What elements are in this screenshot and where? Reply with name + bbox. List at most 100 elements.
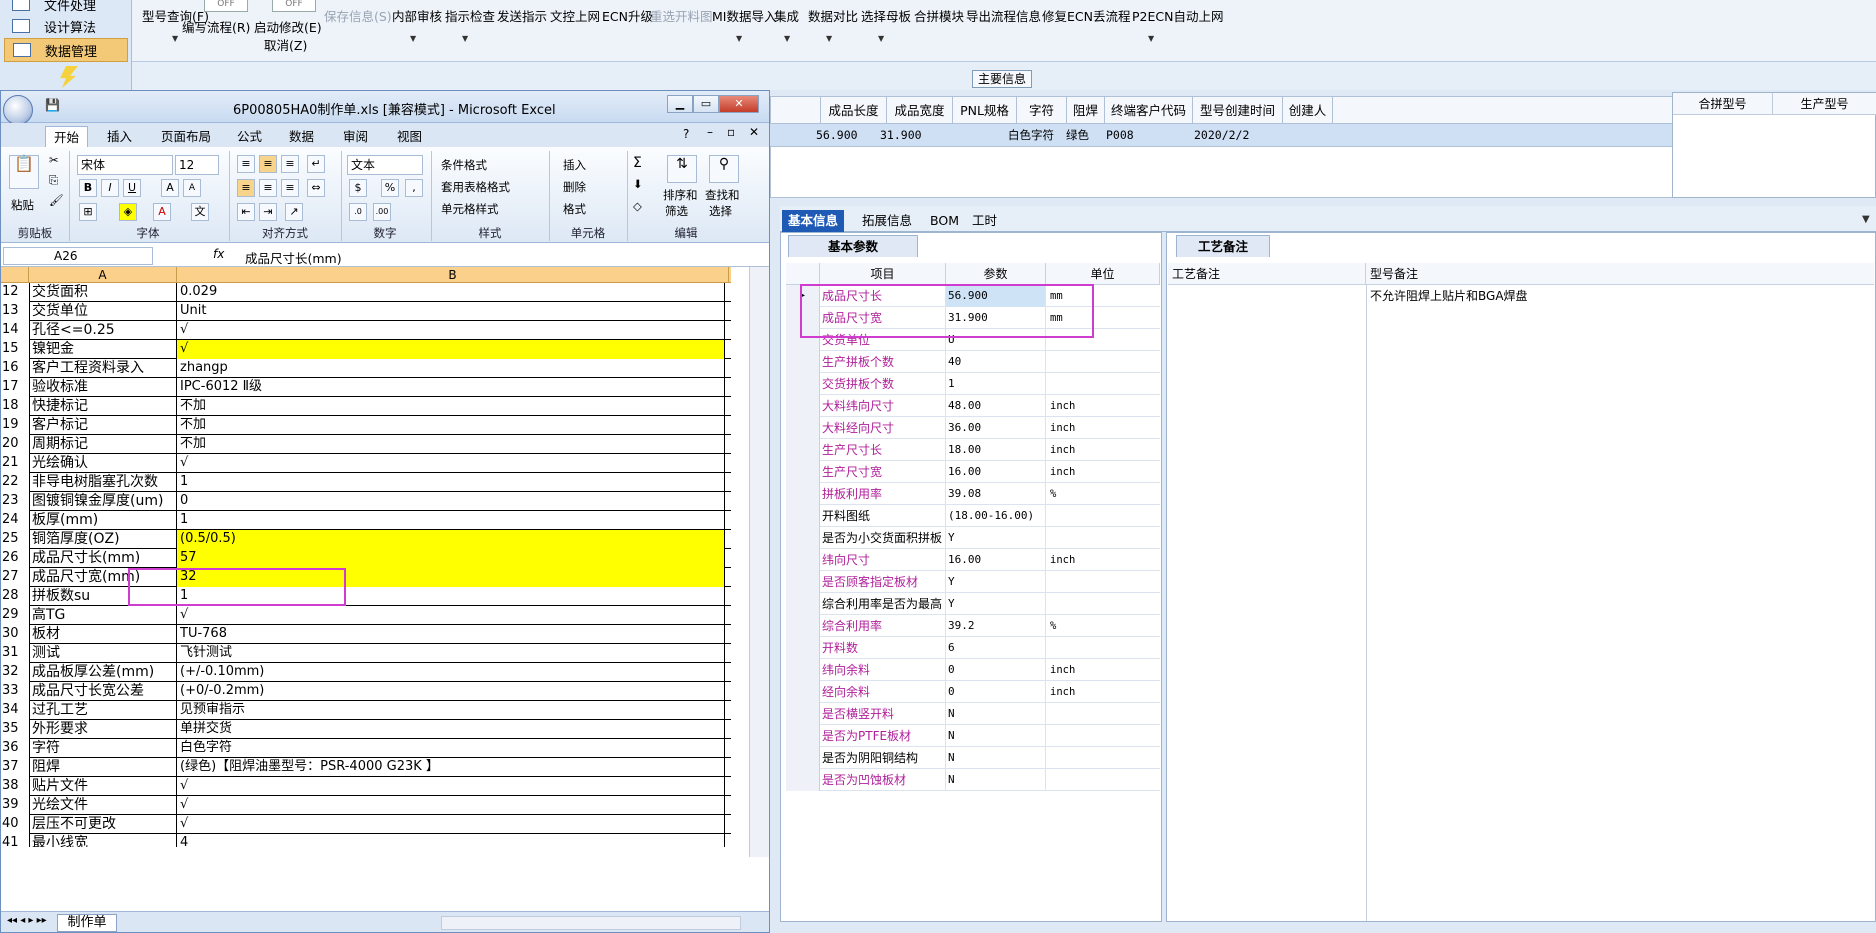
cell-a[interactable]: 成品尺寸长(mm)	[29, 549, 177, 568]
sort-filter-icon[interactable]: ⇅	[667, 155, 697, 183]
row-selector[interactable]	[786, 725, 820, 747]
cell-a[interactable]: 成品尺寸长宽公差	[29, 682, 177, 701]
vertical-scrollbar[interactable]	[749, 267, 769, 857]
cell-b[interactable]: √	[177, 815, 725, 834]
ribbon-close-icon[interactable]: ✕	[749, 125, 759, 139]
row-selector[interactable]	[786, 417, 820, 439]
cell-a[interactable]: 光绘确认	[29, 454, 177, 473]
cell-b[interactable]: Unit	[177, 302, 725, 321]
grow-font-icon[interactable]: A	[161, 179, 179, 197]
row-number[interactable]: 32	[1, 663, 29, 682]
param-row[interactable]: 经向余料 0 inch	[786, 681, 1160, 703]
align-top-icon[interactable]: ≡	[237, 155, 255, 173]
param-value[interactable]: (18.00-16.00)	[946, 505, 1046, 527]
cell-a[interactable]: 光绘文件	[29, 796, 177, 815]
format-cells-button[interactable]: 格式	[563, 201, 586, 217]
tab-extended-info[interactable]: 拓展信息	[856, 210, 918, 232]
office-button[interactable]	[3, 95, 33, 125]
cell-b[interactable]: 白色字符	[177, 739, 725, 758]
save-icon[interactable]: 💾	[45, 98, 60, 112]
write-flow-button[interactable]: 编写流程(R)	[182, 17, 250, 36]
param-row[interactable]: 交货拼板个数 1	[786, 373, 1160, 395]
param-value[interactable]: 39.08	[946, 483, 1046, 505]
paste-icon[interactable]: 📋	[9, 155, 39, 189]
cell-b[interactable]: √	[177, 454, 725, 473]
table-format-button[interactable]: 套用表格格式	[441, 179, 510, 195]
param-value[interactable]: Y	[946, 593, 1046, 615]
cell-a[interactable]: 外形要求	[29, 720, 177, 739]
grid-col-length[interactable]: 成品长度	[821, 97, 887, 125]
tab-page-layout[interactable]: 页面布局	[153, 126, 219, 147]
data-compare-button[interactable]: 数据对比	[808, 6, 858, 25]
cell-b[interactable]: (+0/-0.2mm)	[177, 682, 725, 701]
chevron-down-icon[interactable]: ▼	[462, 34, 468, 43]
chevron-down-icon[interactable]: ▼	[784, 34, 790, 43]
cell-a[interactable]: 板厚(mm)	[29, 511, 177, 530]
param-row[interactable]: 大料纬向尺寸 48.00 inch	[786, 395, 1160, 417]
row-selector[interactable]	[786, 439, 820, 461]
cell-a[interactable]: 周期标记	[29, 435, 177, 454]
increase-indent-icon[interactable]: ⇥	[259, 203, 277, 221]
param-header-unit[interactable]: 单位	[1046, 263, 1160, 285]
cut-icon[interactable]: ✂	[49, 153, 59, 167]
param-row[interactable]: 大料经向尺寸 36.00 inch	[786, 417, 1160, 439]
cell-b[interactable]: TU-768	[177, 625, 725, 644]
row-number[interactable]: 34	[1, 701, 29, 720]
orientation-icon[interactable]: ↗	[285, 203, 303, 221]
param-row[interactable]: 综合利用率 39.2%	[786, 615, 1160, 637]
row-number[interactable]: 41	[1, 834, 29, 847]
cancel-button[interactable]: 取消(Z)	[264, 35, 307, 54]
param-value[interactable]: 48.00	[946, 395, 1046, 417]
cell-b[interactable]: √	[177, 606, 725, 625]
integrate-button[interactable]: 集成	[774, 6, 799, 25]
row-number[interactable]: 33	[1, 682, 29, 701]
phonetic-icon[interactable]: 文	[191, 203, 209, 221]
row-selector[interactable]	[786, 703, 820, 725]
param-row[interactable]: 是否为PTFE板材 N	[786, 725, 1160, 747]
start-modify-button[interactable]: 启动修改(E)	[254, 17, 322, 36]
param-row[interactable]: 拼板利用率 39.08%	[786, 483, 1160, 505]
row-number[interactable]: 12	[1, 283, 29, 302]
row-selector[interactable]	[786, 351, 820, 373]
param-row[interactable]: 纬向余料 0 inch	[786, 659, 1160, 681]
param-row[interactable]: 是否为小交货面积拼板 Y	[786, 527, 1160, 549]
row-number[interactable]: 17	[1, 378, 29, 397]
param-value[interactable]: N	[946, 725, 1046, 747]
param-header-item[interactable]: 项目	[820, 263, 946, 285]
increase-decimal-icon[interactable]: .0	[349, 203, 367, 221]
row-number[interactable]: 19	[1, 416, 29, 435]
merge-module-button[interactable]: 合拼模块	[914, 6, 964, 25]
row-number[interactable]: 21	[1, 454, 29, 473]
save-info-button[interactable]: 保存信息(S)	[324, 6, 392, 25]
cell-b[interactable]: √	[177, 796, 725, 815]
export-flow-button[interactable]: 导出流程信息	[966, 6, 1041, 25]
merge-center-icon[interactable]: ⇔	[307, 179, 325, 197]
cell-b[interactable]: √	[177, 777, 725, 796]
cell-a[interactable]: 过孔工艺	[29, 701, 177, 720]
basic-params-title[interactable]: 基本参数	[788, 235, 918, 257]
cell-a[interactable]: 镍钯金	[29, 340, 177, 359]
underline-icon[interactable]: U	[123, 179, 141, 197]
currency-icon[interactable]: $	[349, 179, 367, 197]
row-number[interactable]: 37	[1, 758, 29, 777]
param-row[interactable]: 综合利用率是否为最高 Y	[786, 593, 1160, 615]
chevron-down-icon[interactable]: ▼	[410, 34, 416, 43]
cell-b[interactable]: 见预审指示	[177, 701, 725, 720]
row-number[interactable]: 23	[1, 492, 29, 511]
row-selector[interactable]	[786, 505, 820, 527]
cell-a[interactable]: 验收标准	[29, 378, 177, 397]
production-model-header[interactable]: 生产型号	[1773, 93, 1876, 115]
row-number[interactable]: 30	[1, 625, 29, 644]
row-selector[interactable]	[786, 681, 820, 703]
maximize-button[interactable]: ▭	[693, 95, 719, 113]
find-select-button[interactable]: 查找和	[705, 187, 740, 203]
align-bottom-icon[interactable]: ≡	[281, 155, 299, 173]
row-number[interactable]: 26	[1, 549, 29, 568]
chevron-down-icon[interactable]: ▼	[826, 34, 832, 43]
row-number[interactable]: 20	[1, 435, 29, 454]
reselect-panel-button[interactable]: 重选开料图	[650, 6, 713, 25]
row-selector[interactable]	[786, 483, 820, 505]
mark-check-button[interactable]: 指示检查	[445, 6, 495, 25]
cell-b[interactable]: 0.029	[177, 283, 725, 302]
model-note-text[interactable]: 不允许阻焊上贴片和BGA焊盘	[1370, 287, 1528, 304]
